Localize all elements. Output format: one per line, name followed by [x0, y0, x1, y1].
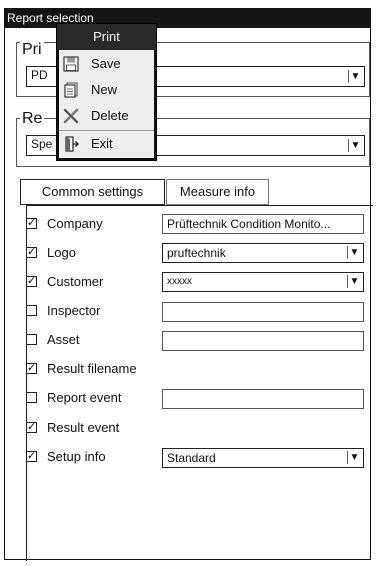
customer-value: xxxxx	[167, 276, 192, 287]
company-value: Prüftechnik Condition Monito...	[167, 217, 331, 231]
tab-common-settings[interactable]: Common settings	[20, 179, 165, 205]
report-event-checkbox[interactable]	[26, 392, 37, 403]
menu-item-delete[interactable]: Delete	[59, 103, 154, 129]
result-event-checkbox[interactable]: ✓	[26, 422, 37, 433]
print-popup-menu: Print Save New Delete Exit	[56, 23, 157, 161]
menu-item-exit[interactable]: Exit	[59, 131, 154, 157]
logo-label: Logo	[47, 245, 76, 260]
exit-door-icon	[65, 136, 79, 152]
new-document-icon	[64, 82, 78, 98]
menu-item-save-label: Save	[91, 56, 121, 71]
chevron-down-icon[interactable]: ▼	[347, 451, 361, 464]
company-label: Company	[47, 216, 103, 231]
result-event-label: Result event	[47, 420, 120, 435]
inspector-label: Inspector	[47, 303, 101, 318]
asset-checkbox[interactable]	[26, 334, 37, 345]
customer-label: Customer	[47, 274, 104, 289]
save-icon	[63, 56, 79, 72]
asset-field[interactable]	[162, 331, 364, 351]
menu-item-exit-label: Exit	[91, 136, 113, 151]
setup-info-label: Setup info	[47, 449, 106, 464]
result-filename-checkbox[interactable]: ✓	[26, 363, 37, 374]
chevron-down-icon[interactable]: ▼	[347, 275, 361, 288]
delete-x-icon	[63, 108, 79, 124]
tab-measure-info[interactable]: Measure info	[166, 179, 269, 205]
printer-group-legend: Pri	[20, 41, 44, 59]
menu-item-new-label: New	[91, 82, 118, 97]
tab-common-settings-label: Common settings	[41, 184, 144, 199]
logo-value: pruftechnik	[167, 246, 226, 260]
inspector-checkbox[interactable]	[26, 305, 37, 316]
menu-item-save[interactable]: Save	[59, 51, 154, 77]
logo-checkbox[interactable]: ✓	[26, 247, 37, 258]
setup-info-value: Standard	[167, 451, 216, 465]
result-filename-label: Result filename	[47, 361, 137, 376]
report-select-value: Spe	[31, 137, 53, 151]
menu-item-new[interactable]: New	[59, 77, 154, 103]
menu-item-delete-label: Delete	[91, 108, 129, 123]
chevron-down-icon[interactable]: ▼	[347, 246, 361, 259]
menu-title[interactable]: Print	[57, 24, 156, 50]
chevron-down-icon[interactable]: ▼	[348, 139, 362, 152]
report-event-field[interactable]	[162, 389, 364, 409]
company-field[interactable]: Prüftechnik Condition Monito...	[162, 214, 364, 234]
printer-select-value: PD	[31, 68, 48, 82]
menu-body: Save New Delete Exit	[59, 50, 154, 158]
setup-info-select[interactable]: Standard ▼	[162, 448, 364, 468]
asset-label: Asset	[47, 332, 80, 347]
tab-measure-info-label: Measure info	[179, 184, 256, 199]
customer-checkbox[interactable]: ✓	[26, 276, 37, 287]
chevron-down-icon[interactable]: ▼	[348, 70, 362, 83]
customer-select[interactable]: xxxxx ▼	[162, 272, 364, 292]
logo-select[interactable]: pruftechnik ▼	[162, 243, 364, 263]
company-checkbox[interactable]: ✓	[26, 218, 37, 229]
report-group-legend: Re	[20, 110, 45, 128]
report-event-label: Report event	[47, 390, 122, 405]
inspector-field[interactable]	[162, 302, 364, 322]
setup-info-checkbox[interactable]: ✓	[26, 451, 37, 462]
